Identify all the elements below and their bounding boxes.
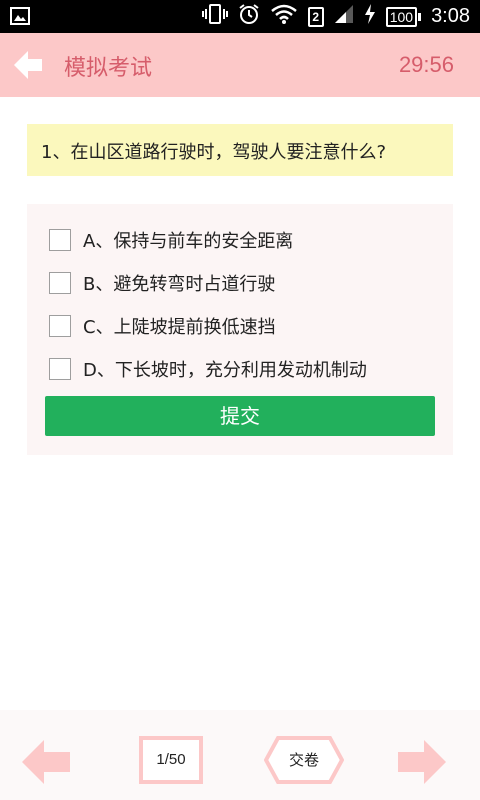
status-icons: 2 100 3:08	[201, 0, 470, 33]
checkbox[interactable]	[49, 358, 71, 380]
option-label: D、下长坡时，充分利用发动机制动	[83, 360, 367, 381]
image-icon	[10, 6, 30, 26]
app-bar: 模拟考试 29:56	[0, 33, 480, 97]
back-arrow-icon[interactable]	[14, 51, 44, 79]
page-indicator[interactable]: 1/50	[139, 736, 203, 784]
option-label: C、上陡坡提前换低速挡	[83, 317, 276, 338]
option-d[interactable]: D、下长坡时，充分利用发动机制动	[49, 357, 367, 381]
checkbox[interactable]	[49, 272, 71, 294]
option-c[interactable]: C、上陡坡提前换低速挡	[49, 314, 276, 338]
option-b[interactable]: B、避免转弯时占道行驶	[49, 271, 275, 295]
hand-in-label: 交卷	[288, 751, 319, 769]
clock: 3:08	[431, 5, 470, 27]
option-a[interactable]: A、保持与前车的安全距离	[49, 228, 293, 252]
sim-icon: 2	[307, 6, 324, 27]
battery-icon: 100	[385, 6, 422, 27]
countdown-timer: 29:56	[398, 52, 454, 77]
wifi-icon	[270, 3, 298, 30]
charging-icon	[364, 4, 376, 29]
question-text: 1、在山区道路行驶时，驾驶人要注意什么?	[27, 124, 453, 176]
arrow-right-icon[interactable]	[398, 740, 446, 784]
submit-button[interactable]: 提交	[45, 396, 435, 436]
vibrate-icon	[201, 3, 228, 30]
options-card: A、保持与前车的安全距离 B、避免转弯时占道行驶 C、上陡坡提前换低速挡 D、下…	[27, 204, 453, 455]
checkbox[interactable]	[49, 229, 71, 251]
signal-icon	[334, 4, 354, 29]
hand-in-button[interactable]: 交卷	[264, 736, 344, 784]
option-label: B、避免转弯时占道行驶	[83, 274, 276, 295]
option-label: A、保持与前车的安全距离	[83, 231, 294, 252]
battery-level: 100	[385, 6, 418, 27]
status-bar: 2 100 3:08	[0, 0, 480, 33]
alarm-icon	[238, 3, 260, 30]
page-title: 模拟考试	[64, 56, 153, 81]
bottom-nav-bar: 1/50 交卷	[0, 710, 480, 800]
arrow-left-icon[interactable]	[22, 740, 70, 784]
checkbox[interactable]	[49, 315, 71, 337]
